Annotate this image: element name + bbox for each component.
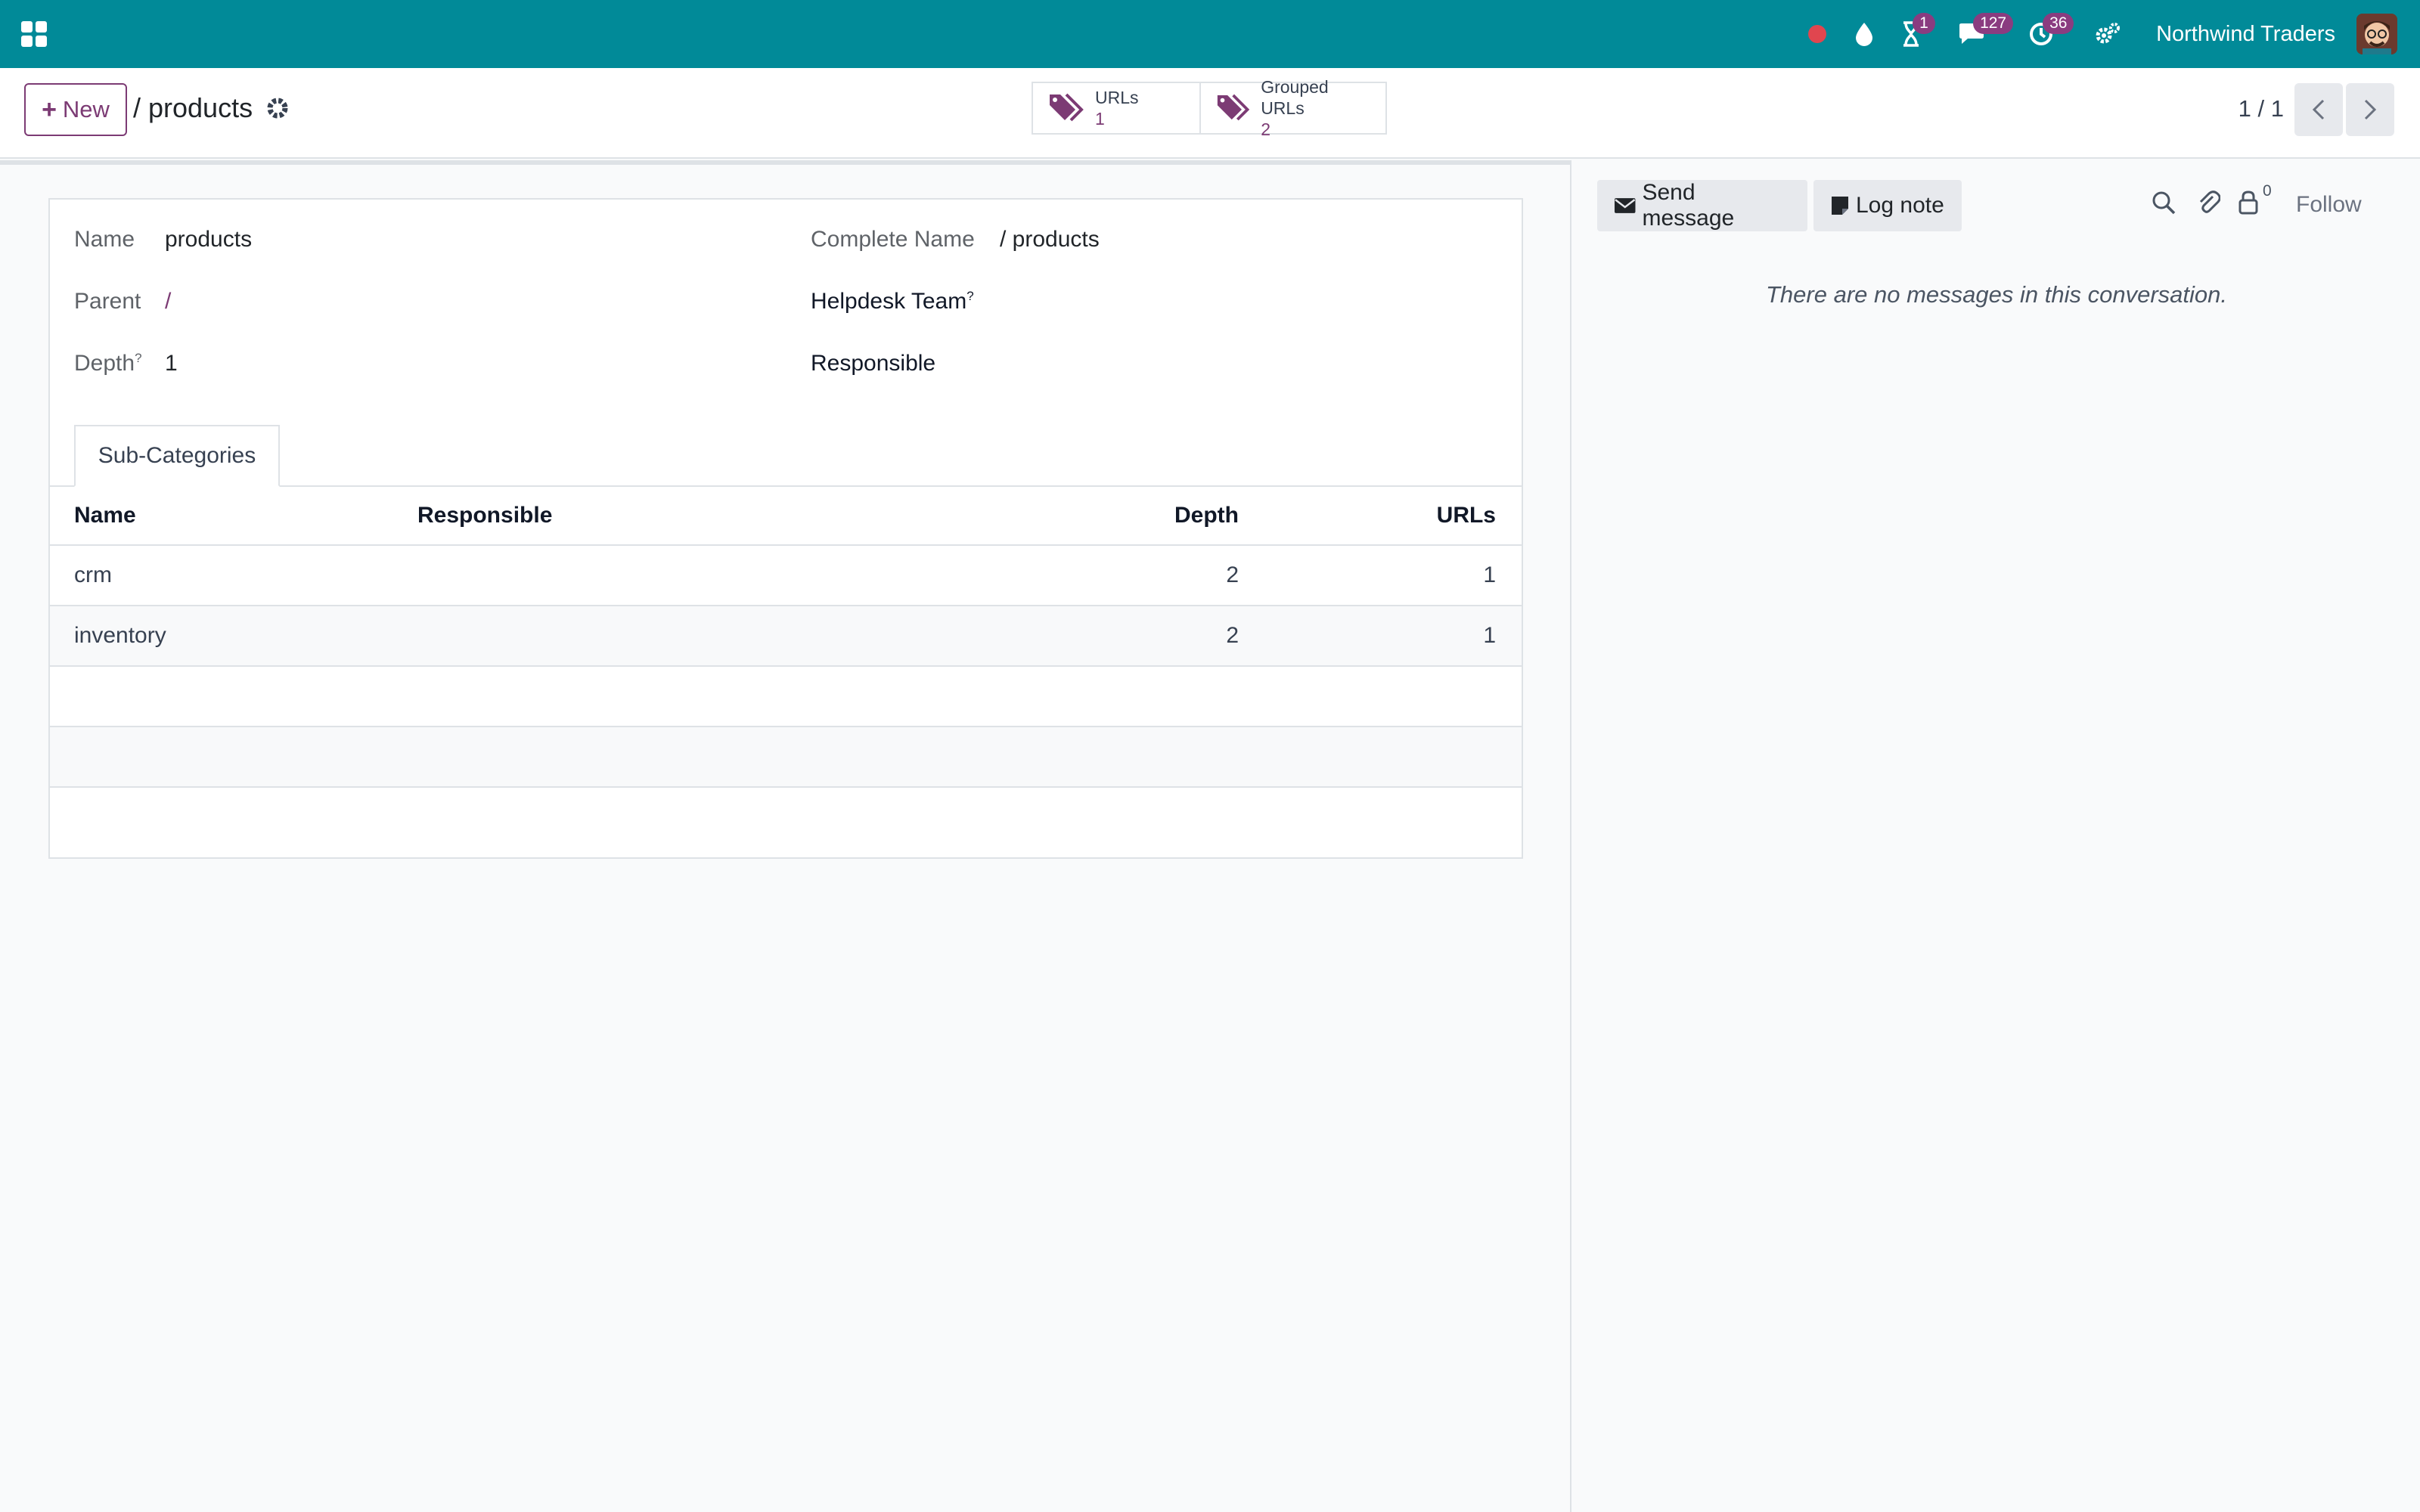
tab-sub-categories[interactable]: Sub-Categories bbox=[74, 425, 280, 487]
send-message-label: Send message bbox=[1642, 180, 1735, 231]
messages-badge: 127 bbox=[1973, 13, 2014, 34]
column-header-depth[interactable]: Depth bbox=[1033, 487, 1239, 544]
name-label: Name bbox=[74, 227, 135, 252]
top-navbar: 1 127 36 Northwind Traders bbox=[0, 0, 2420, 68]
user-avatar[interactable] bbox=[2356, 14, 2397, 54]
smart-buttons: URLs 1 Grouped URLs 2 bbox=[1032, 77, 1387, 139]
paperclip-icon[interactable] bbox=[2198, 189, 2221, 220]
log-note-label: Log note bbox=[1856, 193, 1944, 218]
table-row[interactable]: inventory 2 1 bbox=[50, 606, 1522, 667]
parent-link[interactable]: / bbox=[165, 289, 171, 314]
row-urls: 1 bbox=[1483, 623, 1496, 648]
empty-row bbox=[50, 667, 1522, 727]
chatter-toolbar: 0 bbox=[2151, 182, 2272, 220]
column-header-responsible[interactable]: Responsible bbox=[417, 487, 552, 544]
record-actions-gear-icon[interactable] bbox=[265, 95, 290, 121]
responsible-label: Responsible bbox=[811, 351, 936, 376]
log-note-button[interactable]: Log note bbox=[1813, 180, 1962, 231]
row-urls: 1 bbox=[1483, 562, 1496, 587]
depth-label: Depth? bbox=[74, 351, 142, 376]
messages-icon[interactable]: 127 bbox=[1956, 13, 2014, 49]
parent-label: Parent bbox=[74, 289, 141, 314]
empty-row bbox=[50, 727, 1522, 788]
new-button-label: New bbox=[62, 96, 110, 122]
drop-icon[interactable] bbox=[1849, 19, 1879, 49]
table-header: Name Responsible Depth URLs bbox=[50, 487, 1522, 546]
timesheet-clock-icon[interactable]: 36 bbox=[2026, 13, 2074, 49]
pager-value[interactable]: 1 / 1 bbox=[2238, 95, 2284, 122]
send-message-button[interactable]: Send message bbox=[1597, 180, 1807, 231]
company-name[interactable]: Northwind Traders bbox=[2156, 22, 2335, 47]
empty-row bbox=[50, 788, 1522, 860]
navbar-systray: 1 127 36 Northwind Traders bbox=[1786, 0, 2397, 68]
helpdesk-help-tooltip[interactable]: ? bbox=[966, 289, 973, 303]
control-panel: + New / products URLs 1 Grouped URLs 2 1… bbox=[0, 68, 2420, 159]
sub-categories-table: Name Responsible Depth URLs crm 2 1 inve… bbox=[50, 487, 1522, 860]
name-value[interactable]: products bbox=[165, 227, 252, 253]
chevron-left-icon bbox=[2312, 99, 2325, 120]
column-header-name[interactable]: Name bbox=[74, 487, 136, 544]
settings-gears-icon[interactable] bbox=[2093, 19, 2123, 49]
chatter: Send message Log note 0 Follow There are… bbox=[1573, 160, 2420, 1512]
row-name: inventory bbox=[74, 623, 166, 648]
pager-next-button[interactable] bbox=[2346, 83, 2394, 136]
depth-help-tooltip[interactable]: ? bbox=[135, 351, 141, 365]
timesheets-badge: 36 bbox=[2043, 13, 2074, 34]
form-view: Name products Parent / Depth? 1 Complete… bbox=[0, 160, 1571, 1512]
followers-lock-icon[interactable]: 0 bbox=[2237, 182, 2272, 219]
smart-button-urls[interactable]: URLs 1 bbox=[1033, 83, 1199, 133]
envelope-icon bbox=[1614, 198, 1636, 213]
plus-icon: + bbox=[42, 94, 57, 124]
tags-icon bbox=[1050, 93, 1084, 122]
pager-previous-button[interactable] bbox=[2294, 83, 2343, 136]
row-depth: 2 bbox=[1226, 623, 1239, 648]
form-sheet: Name products Parent / Depth? 1 Complete… bbox=[48, 198, 1523, 859]
activities-badge: 1 bbox=[1913, 13, 1935, 34]
smart-button-value: 2 bbox=[1261, 119, 1270, 139]
complete-name-value: / products bbox=[1000, 227, 1100, 252]
sticky-note-icon bbox=[1832, 197, 1848, 215]
row-depth: 2 bbox=[1226, 562, 1239, 587]
followers-count: 0 bbox=[2263, 182, 2272, 200]
smart-button-label: URLs bbox=[1095, 88, 1139, 107]
column-header-urls[interactable]: URLs bbox=[1336, 487, 1496, 544]
empty-conversation-text: There are no messages in this conversati… bbox=[1766, 281, 2227, 308]
apps-menu-icon[interactable] bbox=[20, 20, 48, 48]
follow-button[interactable]: Follow bbox=[2296, 192, 2362, 218]
depth-value: 1 bbox=[165, 351, 178, 376]
row-name: crm bbox=[74, 562, 112, 587]
smart-button-label: Grouped URLs bbox=[1261, 77, 1329, 118]
new-button[interactable]: + New bbox=[24, 83, 127, 136]
tags-icon bbox=[1217, 94, 1250, 121]
breadcrumb: / products bbox=[133, 92, 253, 123]
chevron-right-icon bbox=[2364, 99, 2377, 120]
search-icon[interactable] bbox=[2151, 190, 2176, 219]
smart-button-grouped-urls[interactable]: Grouped URLs 2 bbox=[1199, 77, 1385, 139]
complete-name-label: Complete Name bbox=[811, 227, 975, 252]
table-row[interactable]: crm 2 1 bbox=[50, 546, 1522, 606]
recording-icon[interactable] bbox=[1802, 19, 1832, 49]
helpdesk-team-label: Helpdesk Team? bbox=[811, 289, 974, 314]
smart-button-value: 1 bbox=[1095, 109, 1105, 129]
activity-hourglass-icon[interactable]: 1 bbox=[1896, 13, 1935, 49]
